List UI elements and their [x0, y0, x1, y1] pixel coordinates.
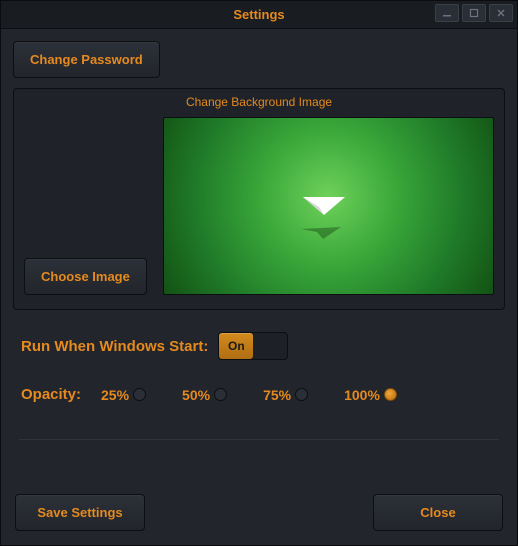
titlebar: Settings	[1, 1, 517, 29]
opacity-option-label: 50%	[182, 387, 210, 403]
paper-plane-icon	[283, 177, 373, 252]
close-window-button[interactable]	[489, 4, 513, 22]
bg-row: Choose Image	[24, 117, 494, 295]
toggle-on-label: On	[219, 333, 253, 359]
background-preview	[163, 117, 494, 295]
window-controls	[435, 4, 513, 22]
divider	[19, 439, 499, 440]
minimize-icon	[442, 8, 452, 18]
maximize-button[interactable]	[462, 4, 486, 22]
maximize-icon	[469, 8, 479, 18]
opacity-option-75[interactable]: 75%	[263, 387, 308, 403]
opacity-option-100[interactable]: 100%	[344, 387, 397, 403]
content-area: Change Password Change Background Image …	[1, 29, 517, 452]
toggle-off-side	[253, 333, 287, 359]
background-image-section: Change Background Image Choose Image	[13, 88, 505, 310]
opacity-option-50[interactable]: 50%	[182, 387, 227, 403]
window-title: Settings	[233, 7, 284, 22]
opacity-option-label: 100%	[344, 387, 380, 403]
opacity-row: Opacity: 25% 50% 75% 100%	[13, 386, 505, 403]
opacity-option-label: 25%	[101, 387, 129, 403]
autostart-label: Run When Windows Start:	[21, 338, 208, 355]
autostart-toggle[interactable]: On	[218, 332, 288, 360]
opacity-option-25[interactable]: 25%	[101, 387, 146, 403]
radio-icon	[384, 388, 397, 401]
change-password-button[interactable]: Change Password	[13, 41, 160, 78]
save-settings-button[interactable]: Save Settings	[15, 494, 145, 531]
opacity-option-label: 75%	[263, 387, 291, 403]
choose-image-button[interactable]: Choose Image	[24, 258, 147, 295]
bg-section-title: Change Background Image	[24, 95, 494, 109]
opacity-label: Opacity:	[21, 386, 81, 403]
radio-icon	[133, 388, 146, 401]
footer: Save Settings Close	[15, 494, 503, 531]
close-button[interactable]: Close	[373, 494, 503, 531]
settings-window: Settings Change Password Change Backgrou…	[0, 0, 518, 546]
radio-icon	[295, 388, 308, 401]
radio-icon	[214, 388, 227, 401]
close-icon	[496, 8, 506, 18]
autostart-row: Run When Windows Start: On	[13, 332, 505, 360]
minimize-button[interactable]	[435, 4, 459, 22]
